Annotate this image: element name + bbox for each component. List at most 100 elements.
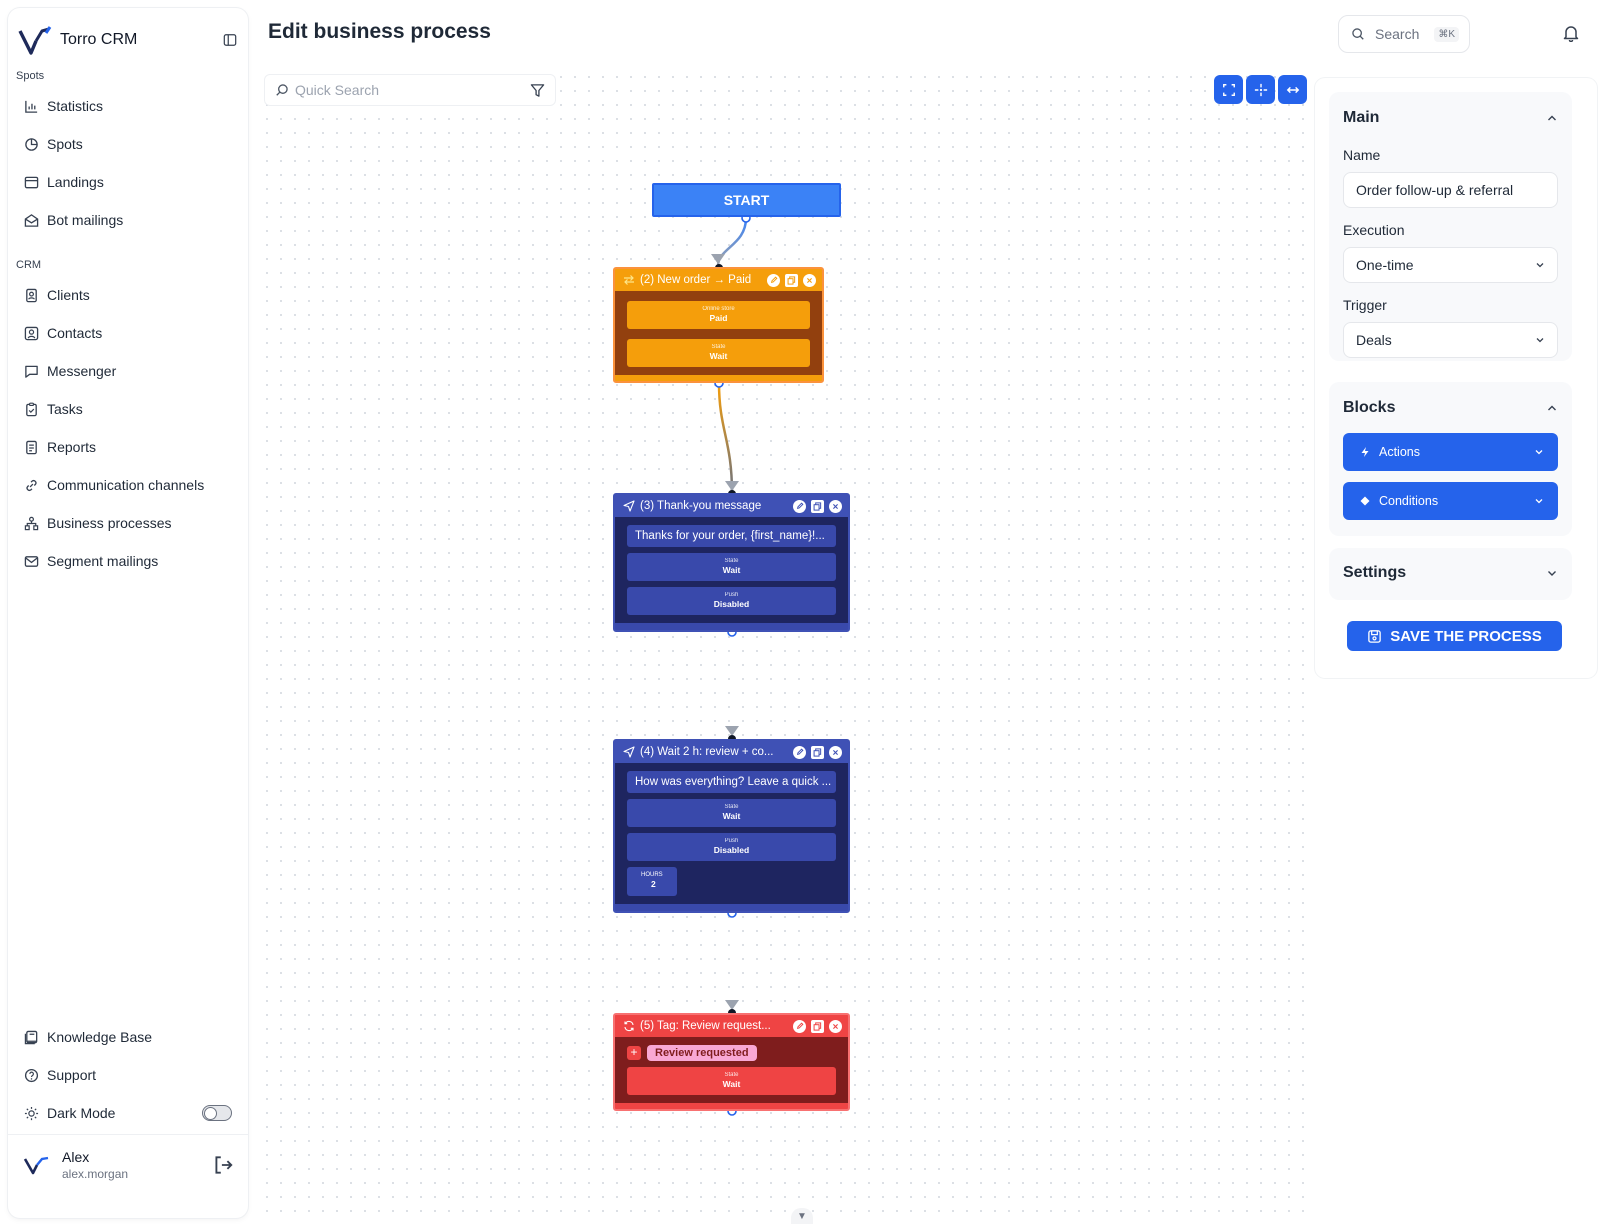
node-title: (4) Wait 2 h: review + co... bbox=[640, 746, 774, 758]
actions-dropdown[interactable]: Actions bbox=[1343, 433, 1558, 471]
blocks-card-title[interactable]: Blocks bbox=[1343, 399, 1395, 417]
trigger-value: Deals bbox=[1356, 332, 1392, 348]
node-field: State Wait bbox=[627, 799, 836, 827]
node-actions bbox=[793, 1019, 842, 1033]
node-title: (5) Tag: Review request... bbox=[640, 1020, 771, 1032]
refresh-icon bbox=[624, 1020, 634, 1032]
node-title: (2) New order → Paid bbox=[640, 274, 752, 286]
node-actions bbox=[793, 499, 842, 513]
save-label: SAVE THE PROCESS bbox=[1390, 627, 1542, 645]
trigger-select[interactable]: Deals bbox=[1343, 322, 1558, 358]
field-label: Online store bbox=[702, 306, 735, 312]
plus-icon[interactable]: + bbox=[627, 1046, 641, 1060]
node-message: Thanks for your order, {first_name}!... bbox=[627, 525, 836, 547]
tag-pill: Review requested bbox=[647, 1045, 757, 1061]
properties-panel: Main Name Order follow-up & referral Exe… bbox=[1315, 78, 1597, 678]
actions-label: Actions bbox=[1379, 445, 1420, 459]
edit-icon[interactable] bbox=[793, 499, 806, 513]
process-node-3[interactable]: (3) Thank-you message Thanks for your or… bbox=[613, 493, 850, 632]
hours-field: HOURS 2 bbox=[627, 867, 677, 896]
main-card-title[interactable]: Main bbox=[1343, 109, 1379, 127]
close-icon[interactable] bbox=[803, 273, 816, 287]
blocks-card: Blocks Actions Conditions bbox=[1329, 382, 1572, 536]
copy-icon[interactable] bbox=[811, 1019, 824, 1033]
copy-icon[interactable] bbox=[811, 745, 824, 759]
node-message: How was everything? Leave a quick ... bbox=[627, 771, 836, 793]
chevron-down-icon bbox=[1536, 263, 1544, 268]
node-header: (4) Wait 2 h: review + co... bbox=[615, 741, 848, 763]
field-value: Disabled bbox=[713, 599, 750, 609]
chevron-up-icon[interactable] bbox=[1546, 112, 1558, 124]
edit-icon[interactable] bbox=[793, 745, 806, 759]
node-header: (2) New order → Paid bbox=[615, 269, 822, 291]
chevron-down-icon[interactable]: ▼ bbox=[791, 1208, 813, 1224]
node-title: (3) Thank-you message bbox=[640, 500, 762, 512]
edge-arrow bbox=[725, 1000, 739, 1010]
node-body: How was everything? Leave a quick ... St… bbox=[615, 763, 848, 904]
lightning-icon bbox=[1361, 447, 1369, 457]
chevron-down-icon bbox=[1536, 338, 1544, 343]
field-label: Push bbox=[724, 592, 739, 598]
edge-arrow bbox=[711, 254, 725, 264]
name-value: Order follow-up & referral bbox=[1356, 182, 1514, 198]
field-value: Paid bbox=[709, 313, 728, 323]
field-value: 2 bbox=[651, 879, 656, 889]
main-card: Main Name Order follow-up & referral Exe… bbox=[1329, 92, 1572, 361]
node-body: Online store Paid State Wait bbox=[615, 291, 822, 375]
node-header: (5) Tag: Review request... bbox=[615, 1015, 848, 1037]
node-header: (3) Thank-you message bbox=[615, 495, 848, 517]
execution-select[interactable]: One-time bbox=[1343, 247, 1558, 283]
node-field: Online store Paid bbox=[627, 301, 810, 329]
node-field: State Wait bbox=[627, 553, 836, 581]
send-icon bbox=[623, 746, 635, 758]
execution-value: One-time bbox=[1356, 257, 1414, 273]
chevron-down-icon bbox=[1535, 499, 1543, 504]
field-label: State bbox=[711, 344, 726, 350]
copy-icon[interactable] bbox=[811, 499, 824, 513]
process-node-5[interactable]: (5) Tag: Review request... + Review requ… bbox=[613, 1013, 850, 1111]
edit-icon[interactable] bbox=[767, 273, 780, 287]
send-icon bbox=[623, 500, 635, 512]
field-label: HOURS bbox=[641, 872, 663, 878]
edge-arrow bbox=[725, 726, 739, 736]
start-node[interactable]: START bbox=[652, 183, 841, 217]
field-value: Wait bbox=[722, 811, 741, 821]
edit-icon[interactable] bbox=[793, 1019, 806, 1033]
field-label: Push bbox=[724, 838, 739, 844]
process-node-2[interactable]: (2) New order → Paid Online store Paid S… bbox=[613, 267, 824, 383]
node-field: State Wait bbox=[627, 339, 810, 367]
arrows-swap-icon bbox=[624, 275, 634, 285]
app-root: Torro CRM Spots Statistics Spots Landing… bbox=[0, 0, 1600, 1224]
save-process-button[interactable]: SAVE THE PROCESS bbox=[1347, 621, 1562, 651]
edge-arrow bbox=[725, 481, 739, 491]
save-icon bbox=[1368, 629, 1382, 643]
conditions-dropdown[interactable]: Conditions bbox=[1343, 482, 1558, 520]
chevron-down-icon bbox=[1535, 450, 1543, 455]
conditions-label: Conditions bbox=[1379, 494, 1439, 508]
field-value: Disabled bbox=[713, 845, 750, 855]
settings-card-title[interactable]: Settings bbox=[1343, 564, 1406, 582]
field-value: Wait bbox=[722, 565, 741, 575]
node-body: Thanks for your order, {first_name}!... … bbox=[615, 517, 848, 623]
close-icon[interactable] bbox=[829, 745, 842, 759]
edge-start-to-2 bbox=[716, 217, 748, 267]
chevron-up-icon[interactable] bbox=[1546, 402, 1558, 414]
settings-card[interactable]: Settings bbox=[1329, 548, 1572, 600]
node-field: Push Disabled bbox=[627, 587, 836, 615]
close-icon[interactable] bbox=[829, 499, 842, 513]
trigger-label: Trigger bbox=[1343, 297, 1387, 313]
field-value: Wait bbox=[722, 1079, 741, 1089]
close-icon[interactable] bbox=[829, 1019, 842, 1033]
node-actions bbox=[793, 745, 842, 759]
edge-2-to-3 bbox=[717, 382, 734, 494]
copy-icon[interactable] bbox=[785, 273, 798, 287]
name-input[interactable]: Order follow-up & referral bbox=[1343, 172, 1558, 208]
field-label: State bbox=[724, 1072, 739, 1078]
field-label: State bbox=[724, 558, 739, 564]
diamond-icon bbox=[1360, 496, 1370, 506]
process-node-4[interactable]: (4) Wait 2 h: review + co... How was eve… bbox=[613, 739, 850, 913]
chevron-down-icon[interactable] bbox=[1546, 567, 1558, 579]
node-actions bbox=[767, 273, 816, 287]
node-body: + Review requested State Wait bbox=[615, 1037, 848, 1103]
field-label: State bbox=[724, 804, 739, 810]
